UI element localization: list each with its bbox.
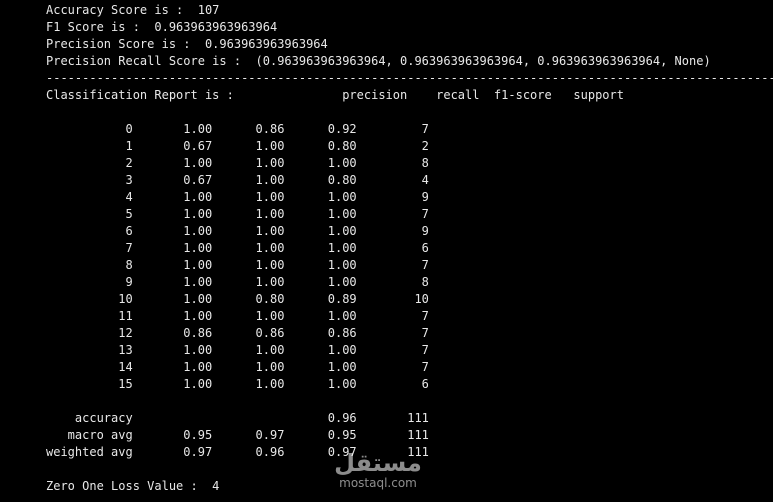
report-row: 4 1.00 1.00 1.00 9 bbox=[46, 190, 429, 204]
report-row: 2 1.00 1.00 1.00 8 bbox=[46, 156, 429, 170]
console-window: Accuracy Score is : 107 F1 Score is : 0.9… bbox=[0, 0, 773, 502]
report-row: 15 1.00 1.00 1.00 6 bbox=[46, 377, 429, 391]
classification-report-header: Classification Report is : precision rec… bbox=[46, 88, 624, 102]
report-row: 5 1.00 1.00 1.00 7 bbox=[46, 207, 429, 221]
watermark-url: mostaql.com bbox=[339, 476, 417, 490]
report-row: 3 0.67 1.00 0.80 4 bbox=[46, 173, 429, 187]
report-row: 10 1.00 0.80 0.89 10 bbox=[46, 292, 429, 306]
report-row: 1 0.67 1.00 0.80 2 bbox=[46, 139, 429, 153]
report-row: 14 1.00 1.00 1.00 7 bbox=[46, 360, 429, 374]
accuracy-score-line: Accuracy Score is : 107 bbox=[46, 3, 220, 17]
precision-recall-score-line: Precision Recall Score is : (0.963963963… bbox=[46, 54, 711, 68]
report-row: 8 1.00 1.00 1.00 7 bbox=[46, 258, 429, 272]
report-row: 7 1.00 1.00 1.00 6 bbox=[46, 241, 429, 255]
report-row: 12 0.86 0.86 0.86 7 bbox=[46, 326, 429, 340]
f1-score-line: F1 Score is : 0.963963963963964 bbox=[46, 20, 278, 34]
macro-avg-row: macro avg 0.95 0.97 0.95 111 bbox=[46, 428, 429, 442]
report-row: 13 1.00 1.00 1.00 7 bbox=[46, 343, 429, 357]
watermark-logo-text: مستقل bbox=[334, 449, 422, 477]
accuracy-summary-row: accuracy 0.96 111 bbox=[46, 411, 429, 425]
report-row: 0 1.00 0.86 0.92 7 bbox=[46, 122, 429, 136]
report-row: 9 1.00 1.00 1.00 8 bbox=[46, 275, 429, 289]
console-output: Accuracy Score is : 107 F1 Score is : 0.9… bbox=[46, 2, 773, 495]
report-row: 11 1.00 1.00 1.00 7 bbox=[46, 309, 429, 323]
separator-line: ----------------------------------------… bbox=[46, 71, 773, 85]
precision-score-line: Precision Score is : 0.963963963963964 bbox=[46, 37, 328, 51]
watermark-logo: مستقل mostaql.com bbox=[323, 450, 433, 490]
report-row: 6 1.00 1.00 1.00 9 bbox=[46, 224, 429, 238]
